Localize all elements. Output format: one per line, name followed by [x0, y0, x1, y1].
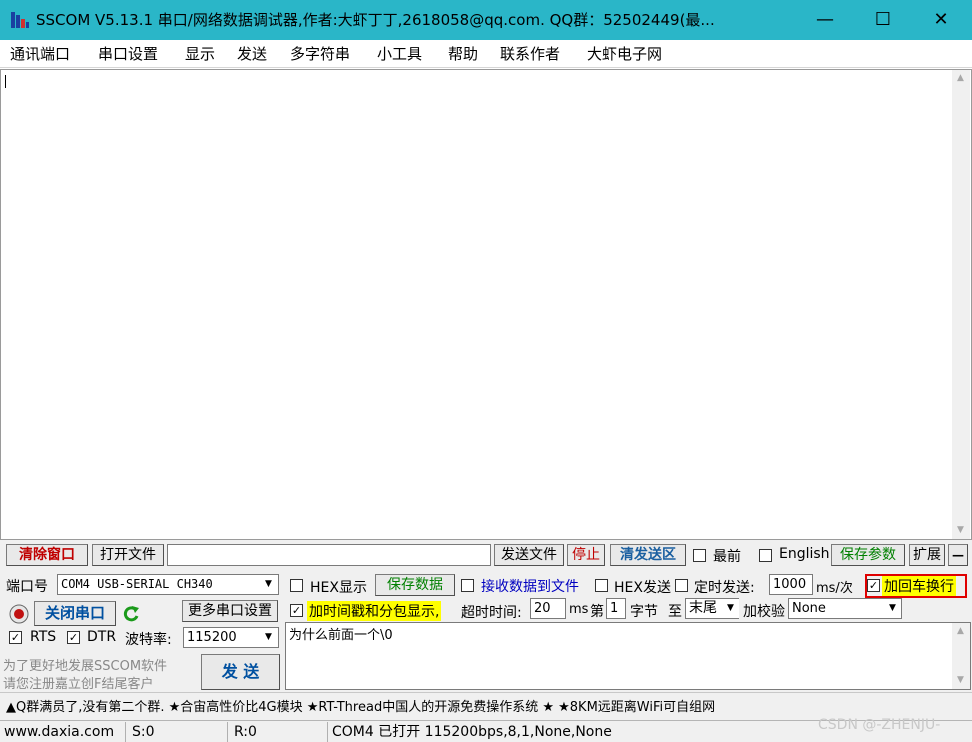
- status-sent-count: S:0: [128, 722, 228, 742]
- maximize-button[interactable]: ☐: [854, 0, 912, 40]
- recv-to-file-label: 接收数据到文件: [481, 579, 579, 595]
- timeout-input[interactable]: 20: [530, 598, 566, 619]
- send-text-input[interactable]: 为什么前面一个\0: [285, 622, 971, 690]
- send-scrollbar[interactable]: ▲ ▼: [952, 623, 970, 689]
- expand-button[interactable]: 扩展: [909, 544, 945, 566]
- hex-send-label: HEX发送: [614, 580, 671, 596]
- stop-button[interactable]: 停止: [567, 544, 605, 566]
- refresh-icon[interactable]: [121, 604, 141, 624]
- baud-label: 波特率:: [125, 632, 172, 648]
- hex-display-label: HEX显示: [310, 580, 367, 596]
- promo-line-2: 请您注册嘉立创F结尾客户: [3, 677, 154, 692]
- english-label: English: [779, 546, 830, 562]
- status-received-count: R:0: [230, 722, 328, 742]
- timed-send-interval-input[interactable]: 1000: [769, 574, 813, 595]
- receive-scrollbar[interactable]: ▲ ▼: [952, 70, 970, 539]
- menu-send[interactable]: 发送: [237, 40, 267, 68]
- dtr-checkbox[interactable]: ✓: [67, 631, 80, 644]
- open-file-button[interactable]: 打开文件: [92, 544, 164, 566]
- menu-tools[interactable]: 小工具: [377, 40, 422, 68]
- timeout-unit: ms: [569, 602, 589, 617]
- port-status-icon: [9, 604, 29, 624]
- menu-contact-author[interactable]: 联系作者: [500, 40, 560, 68]
- status-port-info: COM4 已打开 115200bps,8,1,None,None: [332, 724, 612, 740]
- watermark: CSDN @-ZHENJU-: [818, 717, 941, 733]
- timestamp-label: 加时间戳和分包显示,: [307, 601, 442, 621]
- timed-send-label: 定时发送:: [694, 580, 755, 596]
- menu-display[interactable]: 显示: [185, 40, 215, 68]
- ticker-text[interactable]: ▲Q群满员了,没有第二个群. ★合宙高性价比4G模块 ★RT-Thread中国人…: [6, 696, 715, 715]
- close-port-button[interactable]: 关闭串口: [34, 601, 116, 626]
- port-select[interactable]: COM4 USB-SERIAL CH340: [57, 574, 279, 595]
- menu-serial-settings[interactable]: 串口设置: [98, 40, 158, 68]
- minimize-button[interactable]: —: [796, 0, 854, 40]
- checksum-label: 加校验: [743, 604, 785, 620]
- byte-index-input[interactable]: 1: [606, 598, 626, 619]
- menu-daxia-website[interactable]: 大虾电子网: [587, 40, 662, 68]
- add-crlf-label: 加回车换行: [882, 576, 956, 596]
- file-path-input[interactable]: [167, 544, 491, 566]
- more-serial-settings-button[interactable]: 更多串口设置: [182, 600, 278, 622]
- scroll-down-icon[interactable]: ▼: [952, 522, 969, 539]
- save-data-button[interactable]: 保存数据: [375, 574, 455, 596]
- timeout-label: 超时时间:: [461, 605, 522, 621]
- byte-suffix-label: 字节: [630, 604, 658, 620]
- title-bar: SSCOM V5.13.1 串口/网络数据调试器,作者:大虾丁丁,2618058…: [0, 0, 972, 40]
- scroll-down-icon[interactable]: ▼: [952, 672, 969, 689]
- chevron-down-icon[interactable]: ▼: [260, 628, 277, 647]
- english-checkbox[interactable]: [759, 549, 772, 562]
- timestamp-checkbox[interactable]: ✓: [290, 604, 303, 617]
- to-label: 至: [668, 604, 682, 620]
- topmost-label: 最前: [713, 549, 741, 565]
- close-button[interactable]: ✕: [912, 0, 970, 40]
- port-label: 端口号: [6, 579, 48, 595]
- byte-prefix-label: 第: [590, 604, 604, 620]
- menu-comm-port[interactable]: 通讯端口: [10, 40, 70, 68]
- promo-line-1: 为了更好地发展SSCOM软件: [3, 659, 168, 674]
- recv-to-file-checkbox[interactable]: [461, 579, 474, 592]
- add-crlf-checkbox[interactable]: ✓: [867, 579, 880, 592]
- topmost-checkbox[interactable]: [693, 549, 706, 562]
- clear-send-button[interactable]: 清发送区: [610, 544, 686, 566]
- text-caret: [5, 75, 6, 88]
- send-button[interactable]: 发 送: [201, 654, 280, 690]
- menu-help[interactable]: 帮助: [448, 40, 478, 68]
- status-bar: www.daxia.com S:0 R:0 COM4 已打开 115200bps…: [0, 717, 972, 742]
- save-params-button[interactable]: 保存参数: [831, 544, 905, 566]
- hex-display-checkbox[interactable]: [290, 579, 303, 592]
- menu-multi-string[interactable]: 多字符串: [290, 40, 350, 68]
- scroll-up-icon[interactable]: ▲: [952, 623, 969, 640]
- status-website[interactable]: www.daxia.com: [0, 722, 126, 742]
- rts-label: RTS: [30, 629, 57, 645]
- collapse-button[interactable]: —: [948, 544, 968, 566]
- chevron-down-icon[interactable]: ▼: [260, 575, 277, 594]
- timed-send-unit: ms/次: [816, 581, 853, 596]
- menu-bar: 通讯端口 串口设置 显示 发送 多字符串 小工具 帮助 联系作者 大虾电子网: [0, 40, 972, 68]
- ticker-bar: ▲Q群满员了,没有第二个群. ★合宙高性价比4G模块 ★RT-Thread中国人…: [0, 692, 972, 716]
- receive-area[interactable]: [0, 69, 972, 540]
- app-icon: [11, 12, 29, 28]
- send-file-button[interactable]: 发送文件: [494, 544, 564, 566]
- window-title: SSCOM V5.13.1 串口/网络数据调试器,作者:大虾丁丁,2618058…: [36, 11, 715, 29]
- timed-send-checkbox[interactable]: [675, 579, 688, 592]
- rts-checkbox[interactable]: ✓: [9, 631, 22, 644]
- clear-window-button[interactable]: 清除窗口: [6, 544, 88, 566]
- chevron-down-icon[interactable]: ▼: [722, 599, 739, 618]
- hex-send-checkbox[interactable]: [595, 579, 608, 592]
- scroll-up-icon[interactable]: ▲: [952, 70, 969, 87]
- chevron-down-icon[interactable]: ▼: [884, 599, 901, 618]
- dtr-label: DTR: [87, 629, 117, 645]
